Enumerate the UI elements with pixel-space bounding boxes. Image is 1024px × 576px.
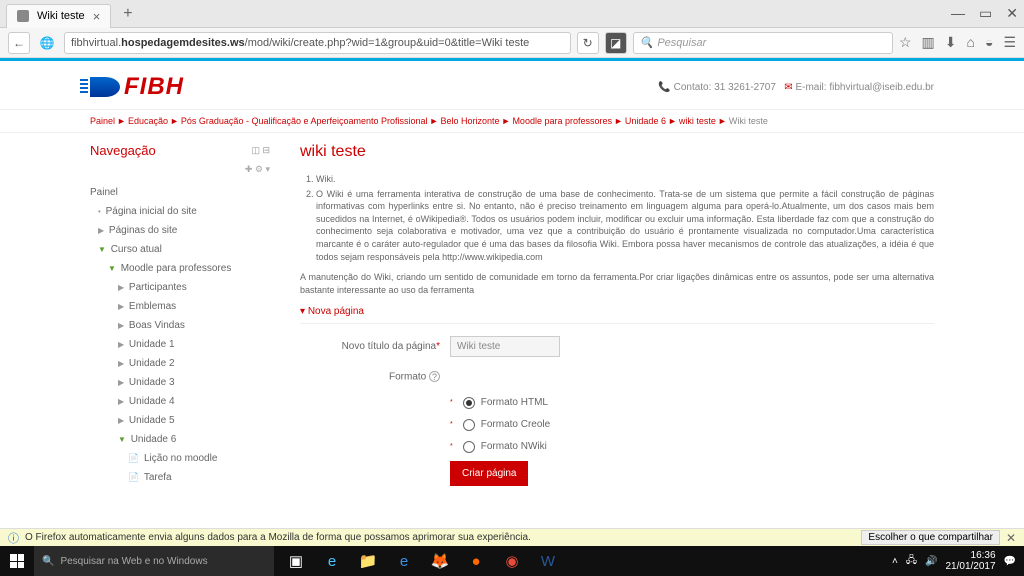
menu-icon[interactable]: ☰ <box>1003 34 1016 51</box>
nav-item[interactable]: ▶ Unidade 3 <box>90 373 270 392</box>
tab-title: Wiki teste <box>37 10 85 22</box>
nav-item[interactable]: ▶ Unidade 2 <box>90 354 270 373</box>
nav-item[interactable]: 📄 Tarefa <box>90 468 270 487</box>
window-titlebar: Wiki teste × + — ▭ ✕ <box>0 0 1024 28</box>
block-controls-icon[interactable]: ◫ ⊟ <box>251 145 270 156</box>
block-settings-icon[interactable]: ✚ ⚙ ▾ <box>90 164 270 175</box>
label-format: Formato ? <box>300 371 440 383</box>
main-content: wiki teste Wiki. O Wiki é uma ferramenta… <box>300 143 934 487</box>
site-header: FIBH 📞 Contato: 31 3261-2707 ✉ E-mail: f… <box>0 61 1024 109</box>
format-radio-2[interactable]: *Formato NWiki <box>450 441 934 453</box>
nav-item[interactable]: 📄 Lição no moodle <box>90 449 270 468</box>
nav-item[interactable]: ▼ Curso atual <box>90 240 270 259</box>
system-tray[interactable]: ˄ 🖧 🔊 16:36 21/01/2017 💬 <box>884 550 1024 572</box>
breadcrumb-item[interactable]: Belo Horizonte <box>440 116 499 126</box>
downloads-icon[interactable]: ⬇ <box>945 34 957 51</box>
taskbar-search[interactable]: 🔍 Pesquisar na Web e no Windows <box>34 546 274 576</box>
breadcrumb-item[interactable]: wiki teste <box>679 116 716 126</box>
page-content: FIBH 📞 Contato: 31 3261-2707 ✉ E-mail: f… <box>0 58 1024 528</box>
breadcrumb: Painel►Educação►Pós Graduação - Qualific… <box>0 109 1024 133</box>
wiki-intro-item: O Wiki é uma ferramenta interativa de co… <box>316 188 934 264</box>
library-icon[interactable]: ▥ <box>922 34 935 51</box>
breadcrumb-item[interactable]: Moodle para professores <box>512 116 612 126</box>
tab-close-icon[interactable]: × <box>93 9 101 24</box>
task-view-icon[interactable]: ▣ <box>278 546 314 576</box>
tab-favicon <box>17 10 29 22</box>
explorer-icon[interactable]: 📁 <box>350 546 386 576</box>
nav-item[interactable]: ▶ Unidade 4 <box>90 392 270 411</box>
reader-icon[interactable]: ◪ <box>605 32 627 54</box>
search-icon: 🔍 <box>640 36 654 49</box>
create-page-button[interactable]: Criar página <box>450 461 528 486</box>
nav-item[interactable]: ▶ Páginas do site <box>90 221 270 240</box>
nav-item[interactable]: ▶ Unidade 1 <box>90 335 270 354</box>
help-icon[interactable]: ? <box>429 371 440 382</box>
word-icon[interactable]: W <box>530 546 566 576</box>
nav-item[interactable]: ▶ Unidade 5 <box>90 411 270 430</box>
ie-icon[interactable]: e <box>386 546 422 576</box>
breadcrumb-item: Wiki teste <box>729 116 768 126</box>
breadcrumb-item[interactable]: Painel <box>90 116 115 126</box>
nav-item[interactable]: ▼ Moodle para professores <box>90 259 270 278</box>
info-icon: ⓘ <box>8 530 19 546</box>
contact-info: 📞 Contato: 31 3261-2707 ✉ E-mail: fibhvi… <box>658 82 934 93</box>
nav-item[interactable]: ▼ Unidade 6 <box>90 430 270 449</box>
site-logo[interactable]: FIBH <box>90 73 184 101</box>
browser-tab[interactable]: Wiki teste × <box>6 4 111 28</box>
format-radio-0[interactable]: *Formato HTML <box>450 397 934 409</box>
chrome-icon[interactable]: ◉ <box>494 546 530 576</box>
pocket-icon[interactable]: ◒ <box>985 34 993 51</box>
search-icon: 🔍 <box>42 556 54 567</box>
wiki-intro-item: Wiki. <box>316 173 934 186</box>
search-box[interactable]: 🔍 Pesquisar <box>633 32 893 54</box>
nav-item[interactable]: ▶ Participantes <box>90 278 270 297</box>
notif-close-icon[interactable]: ✕ <box>1006 531 1016 545</box>
firefox-notification-bar: ⓘ O Firefox automaticamente envia alguns… <box>0 528 1024 546</box>
url-bar[interactable]: fibhvirtual.hospedagemdesites.ws/mod/wik… <box>64 32 571 54</box>
nav-item[interactable]: ▶ Boas Vindas <box>90 316 270 335</box>
page-title: wiki teste <box>300 143 934 161</box>
back-button[interactable]: ← <box>8 32 30 54</box>
close-window-icon[interactable]: ✕ <box>1006 5 1018 22</box>
nav-item[interactable]: ▶ Emblemas <box>90 297 270 316</box>
taskbar-clock[interactable]: 16:36 21/01/2017 <box>945 550 995 572</box>
format-options: *Formato HTML *Formato Creole *Formato NWi… <box>450 397 934 453</box>
label-page-title: Novo título da página* <box>300 341 440 352</box>
nav-block-title: Navegação ◫ ⊟ <box>90 143 270 158</box>
sidebar-navigation: Navegação ◫ ⊟ ✚ ⚙ ▾ Painel• Página inici… <box>90 143 270 487</box>
nav-tree: Painel• Página inicial do site▶ Páginas … <box>90 183 270 487</box>
phone-icon: 📞 <box>658 82 670 93</box>
page-title-input[interactable] <box>450 336 560 357</box>
firefox-icon[interactable]: 🦊 <box>422 546 458 576</box>
network-icon[interactable]: 🖧 <box>906 553 917 570</box>
maximize-icon[interactable]: ▭ <box>979 5 992 22</box>
reload-button[interactable]: ↻ <box>577 32 599 54</box>
mail-icon: ✉ <box>784 82 792 93</box>
wiki-description: A manutenção do Wiki, criando um sentido… <box>300 271 934 296</box>
nav-item[interactable]: Painel <box>90 183 270 202</box>
edge-icon[interactable]: e <box>314 546 350 576</box>
browser-toolbar: ← 🌐 fibhvirtual.hospedagemdesites.ws/mod… <box>0 28 1024 58</box>
home-icon[interactable]: ⌂ <box>967 34 975 51</box>
new-tab-button[interactable]: + <box>117 5 138 23</box>
breadcrumb-item[interactable]: Pós Graduação - Qualificação e Aperfeiço… <box>181 116 428 126</box>
minimize-icon[interactable]: — <box>951 5 965 22</box>
tray-chevron-icon[interactable]: ˄ <box>892 556 898 567</box>
breadcrumb-item[interactable]: Educação <box>128 116 168 126</box>
firefox2-icon[interactable]: ● <box>458 546 494 576</box>
collapse-new-page[interactable]: ▾ Nova página <box>300 306 934 324</box>
bookmark-icon[interactable]: ☆ <box>899 34 912 51</box>
nav-item[interactable]: • Página inicial do site <box>90 202 270 221</box>
volume-icon[interactable]: 🔊 <box>925 556 937 567</box>
globe-icon: 🌐 <box>36 32 58 54</box>
format-radio-1[interactable]: *Formato Creole <box>450 419 934 431</box>
breadcrumb-item[interactable]: Unidade 6 <box>625 116 666 126</box>
windows-taskbar: 🔍 Pesquisar na Web e no Windows ▣ e 📁 e … <box>0 546 1024 576</box>
notifications-icon[interactable]: 💬 <box>1004 556 1016 567</box>
start-button[interactable] <box>0 546 34 576</box>
logo-wing-icon <box>90 77 120 97</box>
notif-choose-button[interactable]: Escolher o que compartilhar <box>861 530 1000 545</box>
